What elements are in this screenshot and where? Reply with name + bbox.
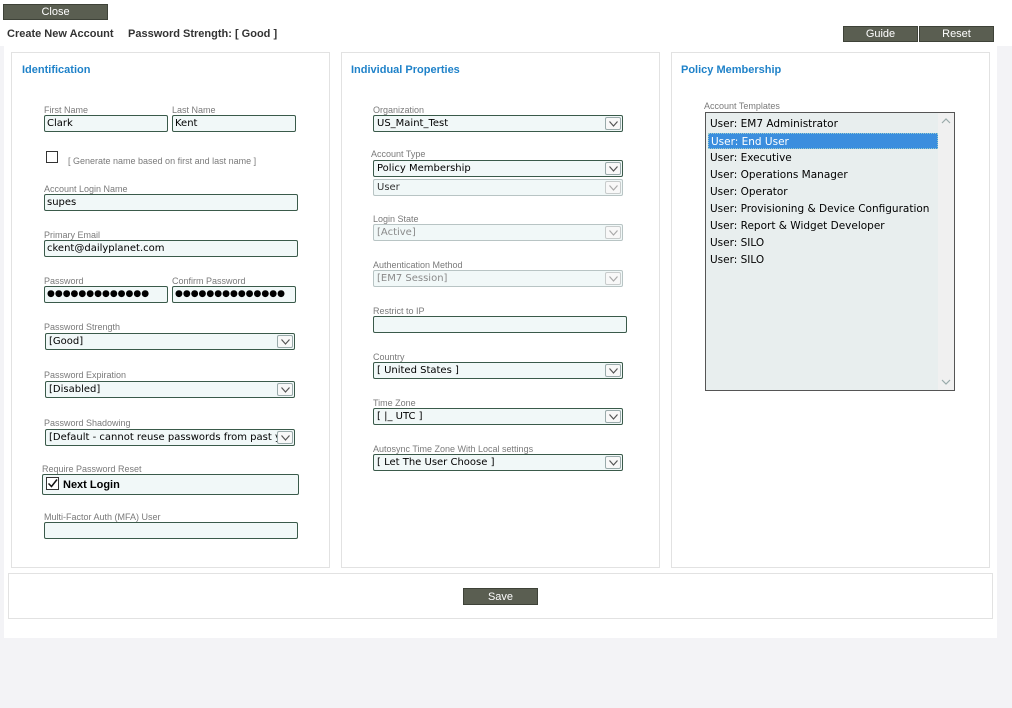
list-item[interactable]: User: EM7 Administrator: [708, 116, 940, 132]
require-reset-label: Require Password Reset: [42, 464, 142, 474]
organization-select[interactable]: US_Maint_Test: [373, 115, 623, 132]
list-item[interactable]: User: Operations Manager: [708, 167, 940, 183]
list-scrollbar[interactable]: [938, 113, 954, 390]
time-zone-select[interactable]: [ |_ UTC ]: [373, 408, 623, 425]
time-zone-label: Time Zone: [373, 398, 416, 408]
policy-title: Policy Membership: [681, 64, 782, 76]
chevron-down-icon: [277, 431, 293, 444]
account-templates-list[interactable]: User: EM7 Administrator User: End User U…: [705, 112, 955, 391]
auth-method-label: Authentication Method: [373, 260, 463, 270]
list-item[interactable]: User: Provisioning & Device Configuratio…: [708, 201, 940, 217]
email-label: Primary Email: [44, 230, 101, 240]
account-type-select[interactable]: Policy Membership: [373, 160, 623, 177]
password-input[interactable]: ●●●●●●●●●●●●●: [44, 286, 168, 303]
account-type-value: Policy Membership: [377, 163, 471, 174]
chevron-down-icon: [605, 181, 621, 194]
close-button[interactable]: Close: [3, 4, 108, 20]
list-item[interactable]: User: Executive: [708, 150, 940, 166]
country-value: [ United States ]: [377, 365, 459, 376]
confirm-password-label: Confirm Password: [172, 276, 246, 286]
generate-name-checkbox[interactable]: [46, 151, 58, 163]
login-name-input[interactable]: supes: [44, 194, 298, 211]
chevron-down-icon: [605, 456, 621, 469]
generate-name-label: [ Generate name based on first and last …: [68, 156, 257, 166]
password-shadowing-value: [Default - cannot reuse passwords from p…: [49, 432, 288, 443]
login-state-value: [Active]: [377, 227, 416, 238]
identification-title: Identification: [22, 64, 91, 76]
restrict-ip-input[interactable]: [373, 316, 627, 333]
list-item[interactable]: User: Report & Widget Developer: [708, 218, 940, 234]
country-select[interactable]: [ United States ]: [373, 362, 623, 379]
password-shadowing-label: Password Shadowing: [44, 418, 131, 428]
password-strength-header: Password Strength: [ Good ]: [128, 28, 278, 40]
chevron-down-icon: [605, 117, 621, 130]
chevron-down-icon: [605, 162, 621, 175]
autosync-label: Autosync Time Zone With Local settings: [373, 444, 534, 454]
list-item[interactable]: User: Operator: [708, 184, 940, 200]
auth-method-select: [EM7 Session]: [373, 270, 623, 287]
reset-button[interactable]: Reset: [919, 26, 994, 42]
auth-method-value: [EM7 Session]: [377, 273, 448, 284]
chevron-down-icon: [277, 383, 293, 396]
organization-value: US_Maint_Test: [377, 118, 449, 129]
chevron-up-icon[interactable]: [938, 115, 954, 127]
list-item[interactable]: User: SILO: [708, 235, 940, 251]
autosync-select[interactable]: [ Let The User Choose ]: [373, 454, 623, 471]
password-shadowing-select[interactable]: [Default - cannot reuse passwords from p…: [45, 429, 295, 446]
confirm-password-input[interactable]: ●●●●●●●●●●●●●●: [172, 286, 296, 303]
login-state-select: [Active]: [373, 224, 623, 241]
password-label: Password: [44, 276, 84, 286]
mfa-input[interactable]: [44, 522, 298, 539]
organization-label: Organization: [373, 105, 425, 115]
chevron-down-icon[interactable]: [938, 376, 954, 388]
login-name-label: Account Login Name: [44, 184, 128, 194]
account-type-label: Account Type: [371, 149, 426, 159]
login-state-label: Login State: [373, 214, 419, 224]
password-expiration-label: Password Expiration: [44, 370, 127, 380]
next-login-label: Next Login: [63, 479, 120, 491]
account-subtype-value: User: [377, 182, 400, 193]
password-strength-value: [Good]: [49, 336, 84, 347]
password-strength-label: Password Strength: [44, 322, 121, 332]
chevron-down-icon: [605, 410, 621, 423]
chevron-down-icon: [605, 226, 621, 239]
guide-button[interactable]: Guide: [843, 26, 918, 42]
properties-title: Individual Properties: [351, 64, 460, 76]
list-item[interactable]: User: SILO: [708, 252, 940, 268]
chevron-down-icon: [605, 272, 621, 285]
password-expiration-select[interactable]: [Disabled]: [45, 381, 295, 398]
mfa-label: Multi-Factor Auth (MFA) User: [44, 512, 161, 522]
first-name-label: First Name: [44, 105, 89, 115]
next-login-checkbox[interactable]: [46, 477, 59, 490]
time-zone-value: [ |_ UTC ]: [377, 411, 423, 422]
next-login-field: Next Login: [42, 474, 299, 495]
checkmark-icon: [47, 479, 58, 488]
page-title: Create New Account: [7, 28, 114, 40]
email-input[interactable]: ckent@dailyplanet.com: [44, 240, 298, 257]
chevron-down-icon: [277, 335, 293, 348]
first-name-input[interactable]: Clark: [44, 115, 168, 132]
account-subtype-select[interactable]: User: [373, 179, 623, 196]
autosync-value: [ Let The User Choose ]: [377, 457, 495, 468]
restrict-ip-label: Restrict to IP: [373, 306, 425, 316]
chevron-down-icon: [605, 364, 621, 377]
password-strength-select[interactable]: [Good]: [45, 333, 295, 350]
last-name-label: Last Name: [172, 105, 216, 115]
save-button[interactable]: Save: [463, 588, 538, 605]
account-templates-label: Account Templates: [704, 101, 780, 111]
password-expiration-value: [Disabled]: [49, 384, 101, 395]
country-label: Country: [373, 352, 405, 362]
last-name-input[interactable]: Kent: [172, 115, 296, 132]
list-item-selected[interactable]: User: End User: [708, 133, 938, 149]
